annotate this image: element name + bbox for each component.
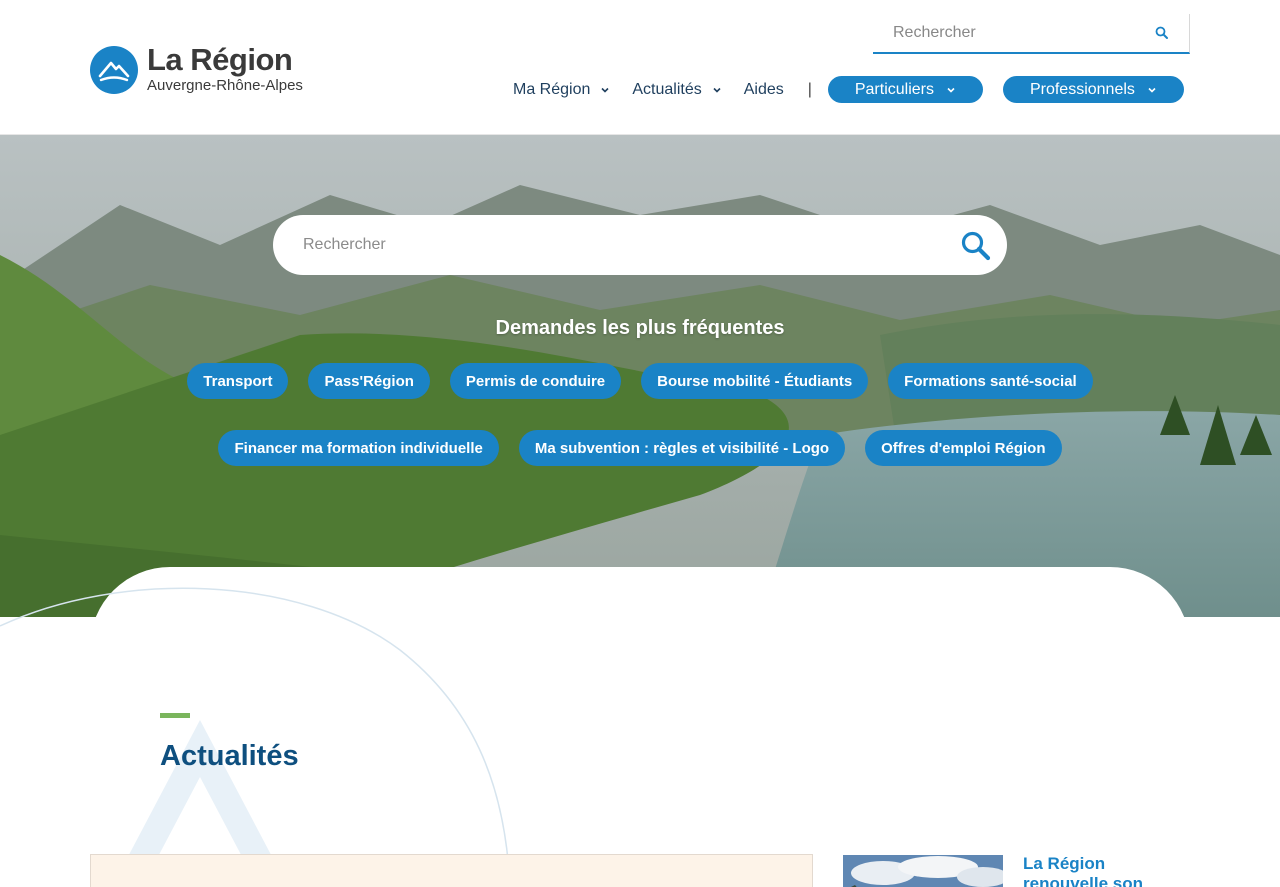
nav-label: Actualités <box>632 80 702 98</box>
news-item-title[interactable]: La Région renouvelle son soutien aux <box>1023 854 1193 887</box>
content-panel <box>90 567 1190 887</box>
site-logo[interactable]: La Région Auvergne-Rhône-Alpes <box>90 44 303 96</box>
logo-text: La Région Auvergne-Rhône-Alpes <box>147 44 303 96</box>
hero-search-input[interactable] <box>273 216 913 274</box>
header-search-input[interactable] <box>873 14 1133 52</box>
search-icon[interactable] <box>1153 24 1171 42</box>
nav-item-particuliers[interactable]: Particuliers <box>827 76 983 103</box>
nav-separator: | <box>807 80 812 98</box>
region-logo-icon <box>90 46 138 94</box>
chevron-down-icon <box>947 87 955 93</box>
section-accent-bar <box>160 713 190 718</box>
search-icon[interactable] <box>960 230 991 261</box>
nav-item-actualites[interactable]: Actualités <box>632 81 721 99</box>
hero-search <box>273 215 1007 275</box>
nav-item-professionnels[interactable]: Professionnels <box>1002 76 1184 103</box>
nav-label: Aides <box>743 80 784 98</box>
nav-label: Professionnels <box>1029 80 1135 98</box>
logo-subtitle: Auvergne-Rhône-Alpes <box>147 77 303 94</box>
frequent-request-offres-emploi[interactable]: Offres d'emploi Région <box>865 430 1062 466</box>
frequent-request-bourse-mobilite[interactable]: Bourse mobilité - Étudiants <box>641 363 869 399</box>
nav-label: Ma Région <box>513 80 591 98</box>
nav-item-aides[interactable]: Aides <box>744 81 784 99</box>
frequent-request-subvention[interactable]: Ma subvention : règles et visibilité - L… <box>518 430 846 466</box>
header-search <box>873 14 1190 54</box>
frequent-request-formations-sante[interactable]: Formations santé-social <box>888 363 1093 399</box>
frequent-requests-row: Transport Pass'Région Permis de conduire… <box>0 363 1280 399</box>
frequent-request-pass-region[interactable]: Pass'Région <box>308 363 430 399</box>
frequent-requests-row: Financer ma formation individuelle Ma su… <box>0 430 1280 466</box>
featured-news-card[interactable] <box>90 854 813 887</box>
frequent-request-financer-formation[interactable]: Financer ma formation individuelle <box>218 430 499 466</box>
news-thumbnail-image <box>843 855 1003 887</box>
nav-item-ma-region[interactable]: Ma Région <box>513 81 610 99</box>
site-header: La Région Auvergne-Rhône-Alpes Ma Région… <box>0 0 1280 135</box>
hero-banner: Demandes les plus fréquentes Transport P… <box>0 135 1280 617</box>
frequent-requests-title: Demandes les plus fréquentes <box>495 317 785 339</box>
chevron-down-icon <box>713 87 721 93</box>
frequent-request-permis[interactable]: Permis de conduire <box>449 363 622 399</box>
chevron-down-icon <box>1148 87 1156 93</box>
logo-title: La Région <box>147 42 293 77</box>
chevron-down-icon <box>601 87 609 93</box>
news-thumbnail[interactable] <box>843 855 1003 887</box>
frequent-request-transport[interactable]: Transport <box>187 363 289 399</box>
main-nav: Ma Région Actualités Aides | Particulier… <box>513 76 1184 103</box>
news-section-title: Actualités <box>160 740 299 772</box>
nav-label: Particuliers <box>854 80 934 98</box>
